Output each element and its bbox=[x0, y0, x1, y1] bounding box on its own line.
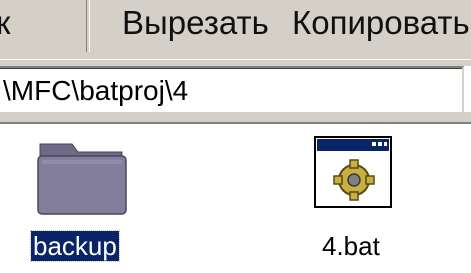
copy-button[interactable]: Копировать bbox=[292, 3, 470, 43]
toolbar-separator bbox=[86, 0, 90, 52]
batch-file-icon bbox=[314, 136, 392, 208]
folder-icon bbox=[37, 143, 127, 215]
file-item-backup[interactable]: backup bbox=[28, 124, 158, 273]
address-bar[interactable]: \MFC\batproj\4 bbox=[0, 66, 464, 114]
address-path-text[interactable]: \MFC\batproj\4 bbox=[3, 74, 188, 108]
toolbar-partial-button[interactable]: к bbox=[0, 3, 10, 43]
file-name-backup[interactable]: backup bbox=[30, 230, 120, 262]
file-item-4bat[interactable]: 4.bat bbox=[300, 124, 430, 273]
file-name-4bat[interactable]: 4.bat bbox=[320, 231, 382, 261]
divider-band bbox=[0, 112, 471, 124]
file-list-view: backup 4.bat bbox=[0, 124, 471, 273]
toolbar: к Вырезать Копировать bbox=[0, 0, 471, 61]
cut-button[interactable]: Вырезать bbox=[122, 3, 269, 43]
